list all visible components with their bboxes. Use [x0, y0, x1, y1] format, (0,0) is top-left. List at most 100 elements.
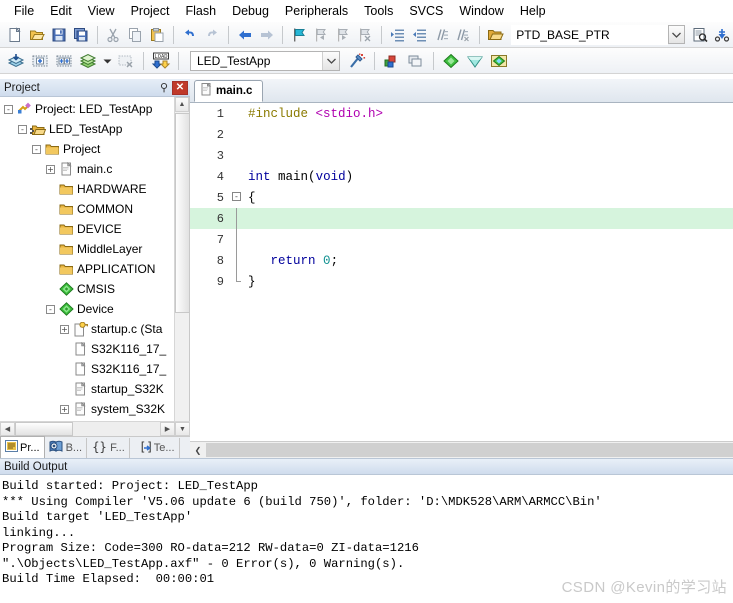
tree-item[interactable]: + main.c	[0, 159, 166, 179]
comment-icon[interactable]	[432, 24, 452, 46]
collapse-toggle-icon[interactable]: -	[32, 144, 41, 154]
expand-toggle-icon[interactable]: +	[46, 164, 55, 174]
bookmark-clear-icon[interactable]	[355, 24, 375, 46]
panel-tab-1[interactable]: B...	[45, 438, 88, 458]
navigate-back-icon[interactable]	[235, 24, 255, 46]
code-line[interactable]: 7	[190, 229, 733, 250]
scroll-dropdown-button[interactable]: ▼	[175, 422, 190, 436]
copy-icon[interactable]	[125, 24, 145, 46]
navigate-forward-icon[interactable]	[257, 24, 277, 46]
bookmark-prev-icon[interactable]	[311, 24, 331, 46]
menu-item-peripherals[interactable]: Peripherals	[277, 2, 356, 20]
find-in-files-icon[interactable]	[690, 24, 710, 46]
vscroll-thumb[interactable]	[175, 113, 189, 313]
menu-item-window[interactable]: Window	[451, 2, 511, 20]
menu-item-view[interactable]: View	[80, 2, 123, 20]
editor-hscroll-track[interactable]	[206, 443, 733, 457]
menu-item-project[interactable]: Project	[123, 2, 178, 20]
fold-collapse-icon[interactable]: -	[232, 192, 241, 201]
code-line[interactable]: 9}	[190, 271, 733, 292]
indent-icon[interactable]	[388, 24, 408, 46]
close-icon[interactable]: ✕	[172, 80, 188, 95]
paste-icon[interactable]	[147, 24, 167, 46]
manage-rte-icon[interactable]	[464, 50, 486, 72]
open-folder-icon[interactable]	[486, 24, 506, 46]
expand-toggle-icon[interactable]: +	[60, 404, 69, 414]
scroll-left-button[interactable]: ◀	[0, 422, 15, 436]
tree-item[interactable]: - Project	[0, 139, 166, 159]
code-line[interactable]: 5-{	[190, 187, 733, 208]
menu-item-svcs[interactable]: SVCS	[401, 2, 451, 20]
target-selector[interactable]: LED_TestApp	[190, 50, 340, 71]
tree-item[interactable]: APPLICATION	[0, 259, 166, 279]
tree-item[interactable]: S32K116_17_	[0, 339, 166, 359]
new-file-icon[interactable]	[5, 24, 25, 46]
multi-project-icon[interactable]	[405, 50, 427, 72]
rebuild-icon[interactable]	[53, 50, 75, 72]
tree-item[interactable]: S32K116_17_	[0, 359, 166, 379]
project-tree-container[interactable]: - Project: LED_TestApp - LED_TestApp - Projec…	[0, 97, 190, 421]
hscroll-thumb[interactable]	[15, 422, 73, 436]
cut-icon[interactable]	[103, 24, 123, 46]
tree-item[interactable]: startup_S32K	[0, 379, 166, 399]
panel-tab-2[interactable]: {} F...	[87, 438, 130, 458]
binoculars-icon[interactable]	[712, 24, 732, 46]
editor-scroll-left-button[interactable]: ❮	[190, 442, 206, 458]
batch-build-icon[interactable]	[77, 50, 99, 72]
save-icon[interactable]	[49, 24, 69, 46]
collapse-toggle-icon[interactable]: -	[18, 124, 27, 134]
code-line[interactable]: 2	[190, 124, 733, 145]
code-line[interactable]: 4 int main(void)	[190, 166, 733, 187]
symbol-dropdown-button[interactable]	[668, 25, 686, 44]
code-line[interactable]: 6	[190, 208, 733, 229]
undo-icon[interactable]	[180, 24, 200, 46]
download-icon[interactable]: LOAD	[150, 50, 172, 72]
tree-item[interactable]: - Project: LED_TestApp	[0, 99, 166, 119]
translate-icon[interactable]	[5, 50, 27, 72]
scroll-right-button[interactable]: ▶	[160, 422, 175, 436]
menu-item-tools[interactable]: Tools	[356, 2, 401, 20]
tree-item[interactable]: + startup.c (Sta	[0, 319, 166, 339]
save-all-icon[interactable]	[71, 24, 91, 46]
tree-item[interactable]: - LED_TestApp	[0, 119, 166, 139]
batch-build-dropdown-icon[interactable]	[101, 50, 113, 72]
menu-item-debug[interactable]: Debug	[224, 2, 277, 20]
menu-item-edit[interactable]: Edit	[42, 2, 80, 20]
pack-update-icon[interactable]	[488, 50, 510, 72]
tree-item[interactable]: DEVICE	[0, 219, 166, 239]
project-tree-hscrollbar[interactable]: ◀ ▶ ▼	[0, 421, 190, 436]
outdent-icon[interactable]	[410, 24, 430, 46]
tree-item[interactable]: HARDWARE	[0, 179, 166, 199]
tree-item[interactable]: COMMON	[0, 199, 166, 219]
collapse-toggle-icon[interactable]: -	[4, 104, 13, 114]
menu-item-flash[interactable]: Flash	[177, 2, 224, 20]
redo-icon[interactable]	[202, 24, 222, 46]
editor-tab-main-c[interactable]: main.c	[194, 80, 264, 102]
scroll-up-button[interactable]: ▲	[175, 97, 189, 112]
code-line[interactable]: 3	[190, 145, 733, 166]
menu-item-file[interactable]: File	[6, 2, 42, 20]
pack-installer-icon[interactable]	[440, 50, 462, 72]
expand-toggle-icon[interactable]: +	[60, 324, 69, 334]
build-icon[interactable]	[29, 50, 51, 72]
manage-project-items-icon[interactable]	[381, 50, 403, 72]
open-file-icon[interactable]	[27, 24, 47, 46]
bookmark-next-icon[interactable]	[333, 24, 353, 46]
fold-margin[interactable]: -	[230, 187, 246, 208]
editor-hscrollbar[interactable]: ❮	[190, 441, 733, 458]
tree-item[interactable]: + system_S32K	[0, 399, 166, 419]
hscroll-track[interactable]	[73, 422, 160, 436]
chevron-down-icon[interactable]	[322, 51, 339, 70]
bookmark-toggle-icon[interactable]	[289, 24, 309, 46]
project-tree-vscrollbar[interactable]: ▲	[174, 97, 189, 421]
tree-item[interactable]: - Device	[0, 299, 166, 319]
panel-tab-3[interactable]: []Te...	[130, 438, 180, 458]
menu-item-help[interactable]: Help	[512, 2, 554, 20]
symbol-search-box[interactable]: PTD_BASE_PTR	[511, 24, 669, 45]
target-options-icon[interactable]	[346, 50, 368, 72]
code-line[interactable]: 1 #include <stdio.h>	[190, 103, 733, 124]
tree-item[interactable]: CMSIS	[0, 279, 166, 299]
panel-tab-0[interactable]: Pr...	[0, 436, 45, 458]
uncomment-icon[interactable]	[453, 24, 473, 46]
code-line[interactable]: 8 return 0;	[190, 250, 733, 271]
